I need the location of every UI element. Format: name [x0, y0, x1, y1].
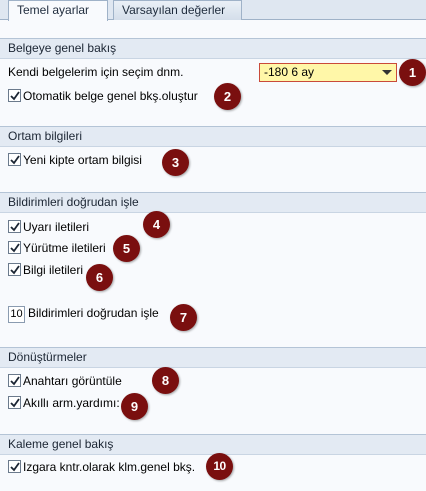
- auto-overview-checkbox[interactable]: [8, 89, 21, 102]
- callout-badge: 7: [170, 304, 197, 331]
- selection-label: Kendi belgelerim için seçim dnm.: [8, 65, 184, 79]
- callout-badge: 2: [214, 83, 241, 110]
- callout-badge: 9: [121, 393, 148, 420]
- warning-messages-label: Uyarı iletileri: [23, 220, 90, 234]
- show-key-row[interactable]: Anahtarı görüntüle: [8, 372, 122, 390]
- message-count-row: 10 Bildirimleri doğrudan işle: [8, 304, 159, 323]
- show-key-checkbox[interactable]: [8, 374, 21, 387]
- warning-messages-checkbox[interactable]: [8, 220, 21, 233]
- info-messages-label: Bilgi iletileri: [23, 263, 84, 277]
- exec-messages-checkbox[interactable]: [8, 241, 21, 254]
- tab-bar: Temel ayarlar Varsayılan değerler: [0, 0, 426, 21]
- smart-help-row[interactable]: Akıllı arm.yardımı:: [8, 394, 120, 412]
- callout-badge: 4: [143, 211, 170, 238]
- info-messages-checkbox[interactable]: [8, 263, 21, 276]
- group-title: Belgeye genel bakış: [0, 39, 426, 59]
- callout-badge: 3: [162, 149, 189, 176]
- grid-overview-row[interactable]: Izgara kntr.olarak klm.genel bkş.: [8, 458, 195, 476]
- check-icon: [10, 155, 20, 165]
- exec-messages-label: Yürütme iletileri: [23, 241, 106, 255]
- check-icon: [10, 222, 20, 232]
- smart-help-label: Akıllı arm.yardımı:: [23, 396, 120, 410]
- check-icon: [10, 91, 20, 101]
- smart-help-checkbox[interactable]: [8, 396, 21, 409]
- warning-messages-row[interactable]: Uyarı iletileri: [8, 218, 89, 236]
- group-title: Bildirimleri doğrudan işle: [0, 193, 426, 213]
- tab-default-values[interactable]: Varsayılan değerler: [113, 0, 242, 20]
- check-icon: [10, 243, 20, 253]
- new-mode-checkbox[interactable]: [8, 153, 21, 166]
- message-count-input[interactable]: 10: [8, 306, 25, 323]
- check-icon: [10, 398, 20, 408]
- callout-badge: 6: [86, 264, 113, 291]
- auto-overview-checkbox-row[interactable]: Otomatik belge genel bkş.oluştur: [8, 87, 198, 105]
- exec-messages-row[interactable]: Yürütme iletileri: [8, 239, 106, 257]
- check-icon: [10, 462, 20, 472]
- callout-badge: 5: [113, 235, 140, 262]
- check-icon: [10, 265, 20, 275]
- group-title: Ortam bilgileri: [0, 127, 426, 147]
- tab-basic-settings[interactable]: Temel ayarlar: [8, 0, 108, 21]
- group-title: Dönüştürmeler: [0, 348, 426, 368]
- check-icon: [10, 376, 20, 386]
- new-mode-label: Yeni kipte ortam bilgisi: [23, 153, 142, 167]
- callout-badge: 10: [206, 453, 233, 480]
- selection-value: -180 6 ay: [264, 65, 315, 79]
- callout-badge: 1: [399, 59, 426, 86]
- message-count-label: Bildirimleri doğrudan işle: [28, 306, 159, 320]
- grid-overview-checkbox[interactable]: [8, 460, 21, 473]
- callout-badge: 8: [152, 367, 179, 394]
- grid-overview-label: Izgara kntr.olarak klm.genel bkş.: [23, 460, 196, 474]
- info-messages-row[interactable]: Bilgi iletileri: [8, 261, 83, 279]
- chevron-down-icon[interactable]: [382, 70, 392, 75]
- selection-dropdown[interactable]: -180 6 ay: [259, 63, 397, 82]
- group-title: Kaleme genel bakış: [0, 435, 426, 455]
- show-key-label: Anahtarı görüntüle: [23, 374, 122, 388]
- new-mode-checkbox-row[interactable]: Yeni kipte ortam bilgisi: [8, 151, 142, 169]
- auto-overview-label: Otomatik belge genel bkş.oluştur: [23, 89, 198, 103]
